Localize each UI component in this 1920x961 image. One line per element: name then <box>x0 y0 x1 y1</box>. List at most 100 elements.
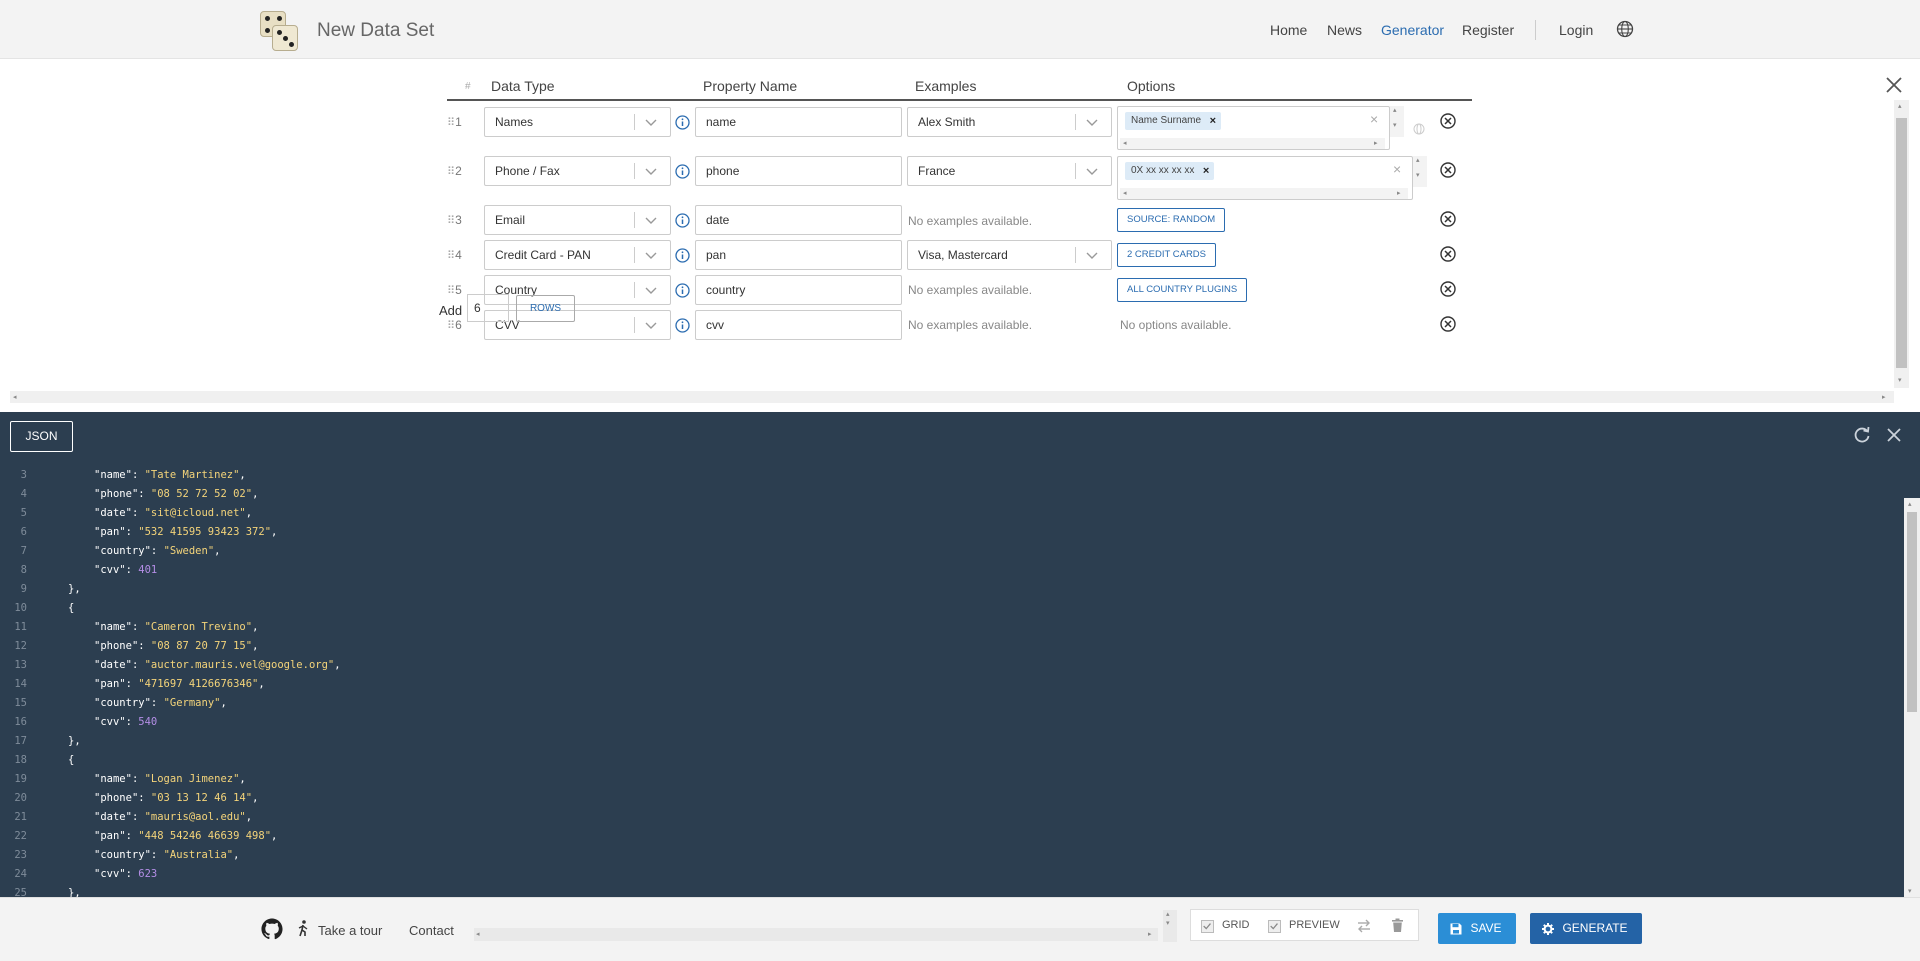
tag-vscroll[interactable]: ▴ ▾ <box>1390 106 1404 137</box>
nav-register[interactable]: Register <box>1462 22 1514 38</box>
examples-select[interactable]: Visa, Mastercard <box>907 240 1112 270</box>
info-icon[interactable] <box>675 213 690 228</box>
delete-row-icon[interactable] <box>1440 281 1456 297</box>
add-rows-count-input[interactable]: 6 <box>467 294 509 322</box>
json-format-button[interactable]: JSON <box>10 421 73 452</box>
top-header: New Data Set Home News Generator Registe… <box>0 0 1920 59</box>
line-number: 15 <box>14 697 27 709</box>
clear-icon[interactable]: × <box>1370 111 1378 127</box>
line-number: 17 <box>14 735 27 747</box>
delete-row-icon[interactable] <box>1440 211 1456 227</box>
data-type-select[interactable]: Phone / Fax <box>484 156 671 186</box>
footer-vertical-scrollbar[interactable]: ▴ ▾ <box>1163 910 1177 942</box>
no-examples-text: No examples available. <box>908 214 1033 228</box>
property-name-input[interactable]: date <box>695 205 902 235</box>
info-icon[interactable] <box>675 164 690 179</box>
no-options-text: No options available. <box>1120 318 1232 332</box>
property-name-input[interactable]: pan <box>695 240 902 270</box>
no-examples-text: No examples available. <box>908 283 1033 297</box>
row-handle[interactable]: ⠿ 6 <box>447 318 469 332</box>
github-icon[interactable] <box>261 918 283 940</box>
data-type-select[interactable]: CVV <box>484 310 671 340</box>
line-number: 11 <box>14 621 27 633</box>
credit-cards-button[interactable]: 2 CREDIT CARDS <box>1117 243 1217 267</box>
grid-vertical-scrollbar[interactable]: ▴ ▾ <box>1894 100 1909 388</box>
line-number: 12 <box>14 640 27 652</box>
close-preview-icon[interactable] <box>1886 427 1902 443</box>
line-number: 5 <box>20 507 27 519</box>
data-type-select[interactable]: Credit Card - PAN <box>484 240 671 270</box>
nav-home[interactable]: Home <box>1270 22 1307 38</box>
line-number: 22 <box>14 830 27 842</box>
row-handle[interactable]: ⠿ 1 <box>447 115 469 129</box>
trash-icon[interactable] <box>1391 918 1404 933</box>
data-type-select[interactable]: Names <box>484 107 671 137</box>
row-handle[interactable]: ⠿ 3 <box>447 213 469 227</box>
tag-vscroll[interactable]: ▴ ▾ <box>1413 156 1427 187</box>
info-icon[interactable] <box>675 318 690 333</box>
refresh-icon[interactable] <box>1853 426 1871 444</box>
row-handle[interactable]: ⠿ 5 <box>447 283 469 297</box>
globe-icon[interactable] <box>1616 20 1634 38</box>
line-number: 14 <box>14 678 27 690</box>
clear-icon[interactable]: × <box>1393 161 1401 177</box>
data-type-select[interactable]: Country <box>484 275 671 305</box>
line-number: 3 <box>20 469 27 481</box>
property-name-input[interactable]: phone <box>695 156 902 186</box>
grid-checkbox[interactable] <box>1201 920 1214 933</box>
delete-row-icon[interactable] <box>1440 316 1456 332</box>
option-tag: 0X xx xx xx xx × <box>1125 162 1215 180</box>
generate-button[interactable]: GENERATE <box>1530 913 1642 944</box>
save-button[interactable]: SAVE <box>1438 913 1516 944</box>
row-handle[interactable]: ⠿ 4 <box>447 248 469 262</box>
line-number: 10 <box>14 602 27 614</box>
contact-link[interactable]: Contact <box>409 923 454 938</box>
options-tag-box[interactable]: 0X xx xx xx xx × × ◂ ▸ <box>1117 156 1413 200</box>
nav-login[interactable]: Login <box>1559 22 1593 38</box>
property-name-input[interactable]: cvv <box>695 310 902 340</box>
nav-divider <box>1535 20 1536 40</box>
add-rows-button[interactable]: ROWS <box>516 295 575 322</box>
nav-generator[interactable]: Generator <box>1381 22 1444 38</box>
json-scrollbar[interactable]: ▴ ▾ <box>1904 498 1920 897</box>
close-grid-icon[interactable] <box>1885 76 1903 94</box>
delete-row-icon[interactable] <box>1440 113 1456 129</box>
line-number: 24 <box>14 868 27 880</box>
line-number: 7 <box>20 545 27 557</box>
info-icon[interactable] <box>675 283 690 298</box>
country-plugins-button[interactable]: ALL COUNTRY PLUGINS <box>1117 278 1248 302</box>
source-random-button[interactable]: SOURCE: RANDOM <box>1117 208 1226 232</box>
line-number: 4 <box>20 488 27 500</box>
delete-row-icon[interactable] <box>1440 246 1456 262</box>
line-number: 9 <box>20 583 27 595</box>
line-number: 18 <box>14 754 27 766</box>
row-handle[interactable]: ⠿ 2 <box>447 164 469 178</box>
option-tag: Name Surname × <box>1125 112 1222 130</box>
nav-news[interactable]: News <box>1327 22 1362 38</box>
remove-tag-icon[interactable]: × <box>1210 112 1216 130</box>
remove-tag-icon[interactable]: × <box>1203 162 1209 180</box>
line-number: 16 <box>14 716 27 728</box>
info-icon[interactable] <box>675 115 690 130</box>
property-name-input[interactable]: country <box>695 275 902 305</box>
tag-scrollbar[interactable]: ◂ ▸ <box>1120 188 1408 199</box>
examples-select[interactable]: France <box>907 156 1112 186</box>
grid-horizontal-scrollbar[interactable]: ◂ ▸ <box>10 391 1894 403</box>
tag-scrollbar[interactable]: ◂ ▸ <box>1120 138 1385 149</box>
app-title: New Data Set <box>317 20 435 41</box>
logo-dice-icon[interactable] <box>258 9 300 51</box>
delete-row-icon[interactable] <box>1440 162 1456 178</box>
options-tag-box[interactable]: Name Surname × × ◂ ▸ <box>1117 106 1390 150</box>
take-a-tour-link[interactable]: Take a tour <box>318 923 382 938</box>
swap-layout-icon[interactable] <box>1356 919 1372 933</box>
no-examples-text: No examples available. <box>908 318 1033 332</box>
info-icon[interactable] <box>675 248 690 263</box>
col-order: # <box>465 81 471 92</box>
footer-horizontal-scrollbar[interactable]: ◂ ▸ <box>474 928 1158 941</box>
gear-icon <box>1542 923 1554 935</box>
examples-select[interactable]: Alex Smith <box>907 107 1112 137</box>
preview-checkbox[interactable] <box>1268 920 1281 933</box>
property-name-input[interactable]: name <box>695 107 902 137</box>
line-number: 8 <box>20 564 27 576</box>
data-type-select[interactable]: Email <box>484 205 671 235</box>
